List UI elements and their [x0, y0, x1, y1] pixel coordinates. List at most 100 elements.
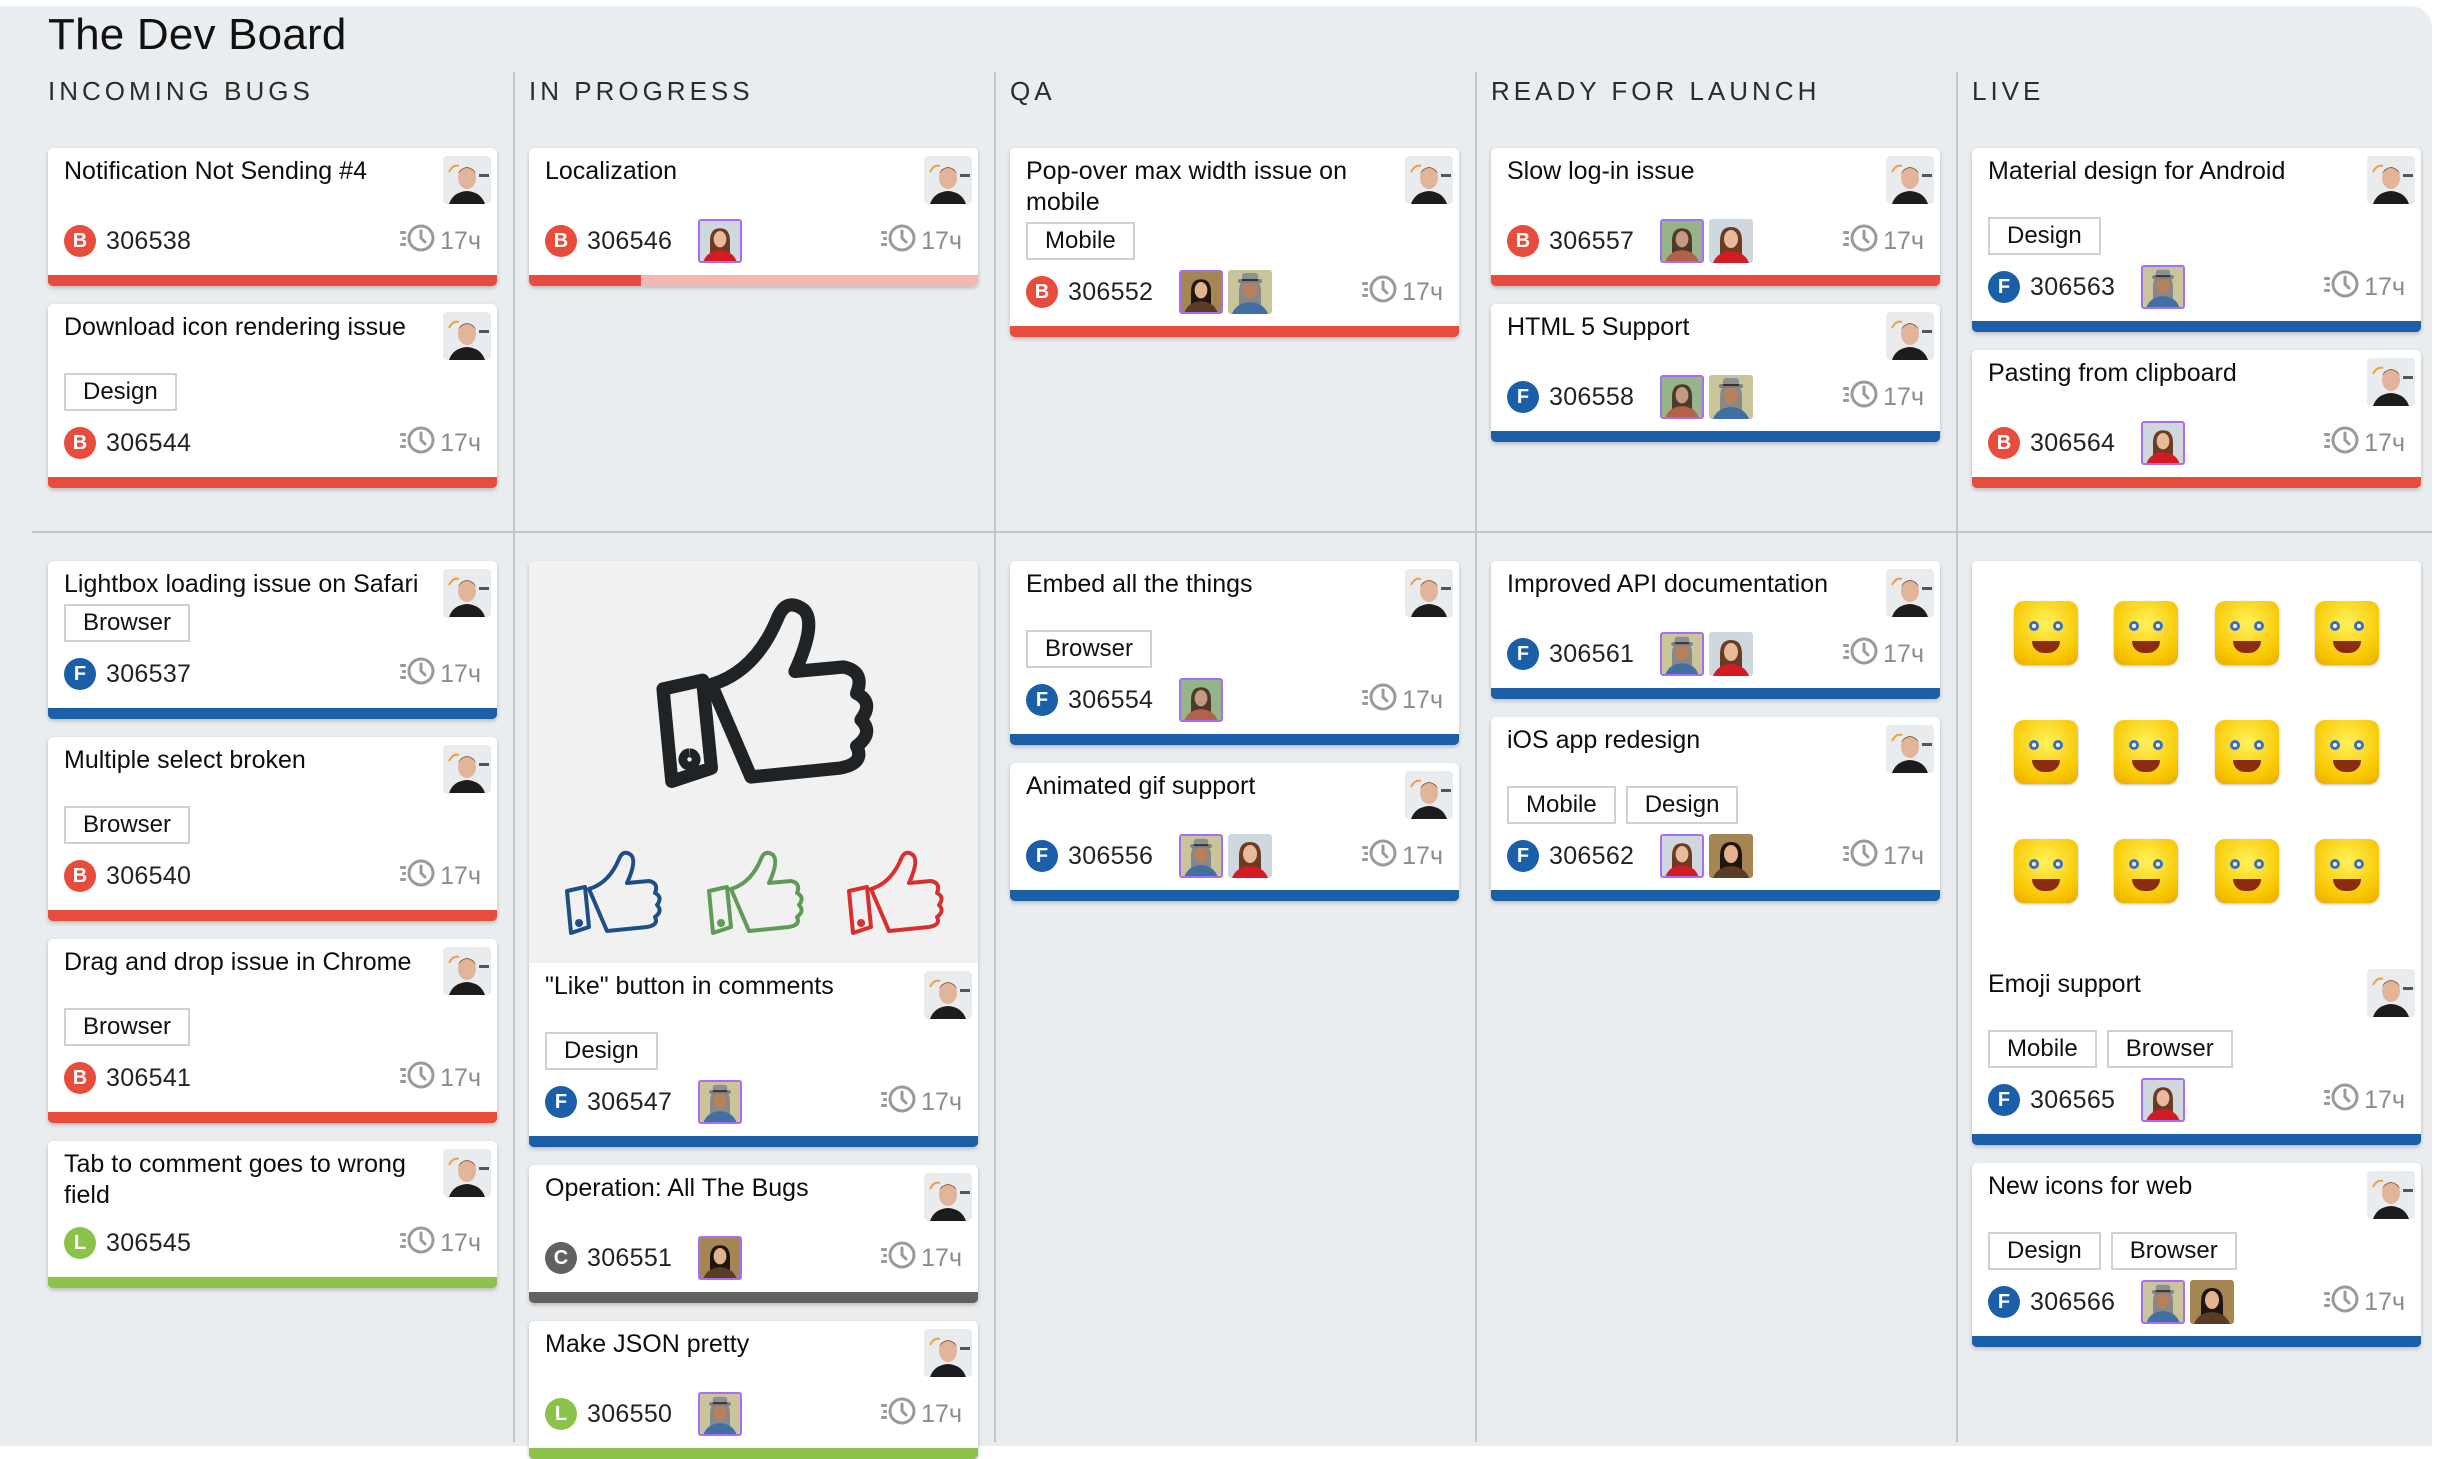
- task-card[interactable]: Animated gif support F 306556 17ч: [1010, 763, 1459, 901]
- avatar-man-icon[interactable]: [443, 1149, 491, 1197]
- member-avatar[interactable]: [698, 219, 743, 263]
- task-card[interactable]: Make JSON pretty L 306550 17ч: [529, 1321, 978, 1459]
- task-card[interactable]: HTML 5 Support F 306558 17ч: [1491, 304, 1940, 442]
- member-avatar[interactable]: [698, 1392, 743, 1436]
- ticket-id[interactable]: 306566: [2030, 1288, 2115, 1317]
- task-card[interactable]: Localization B 306546 17ч: [529, 148, 978, 286]
- column-header-incoming-bugs[interactable]: INCOMING BUGS: [48, 76, 314, 107]
- member-avatar[interactable]: [698, 1236, 743, 1280]
- ticket-id[interactable]: 306550: [587, 1400, 672, 1429]
- task-card[interactable]: Material design for Android Design F 306…: [1972, 148, 2421, 332]
- avatar-man-icon[interactable]: [924, 1173, 972, 1221]
- task-card[interactable]: Download icon rendering issue Design B 3…: [48, 304, 497, 488]
- avatar-man-icon[interactable]: [1405, 569, 1453, 617]
- time-tracker[interactable]: 17ч: [2324, 424, 2405, 463]
- member-avatar[interactable]: [1709, 632, 1754, 676]
- avatar-man-icon[interactable]: [924, 156, 972, 204]
- tag-design[interactable]: Design: [1625, 786, 1739, 824]
- member-avatar[interactable]: [1660, 375, 1705, 419]
- tag-browser[interactable]: Browser: [2106, 1030, 2233, 1068]
- time-tracker[interactable]: 17ч: [1362, 273, 1443, 312]
- avatar-man-icon[interactable]: [443, 745, 491, 793]
- time-tracker[interactable]: 17ч: [400, 222, 481, 261]
- task-card[interactable]: iOS app redesign Mobile Design F 306562 1…: [1491, 717, 1940, 901]
- member-avatar[interactable]: [2190, 1280, 2235, 1324]
- time-tracker[interactable]: 17ч: [881, 222, 962, 261]
- tag-browser[interactable]: Browser: [64, 1008, 191, 1046]
- tag-browser[interactable]: Browser: [2110, 1232, 2237, 1270]
- task-card[interactable]: Lightbox loading issue on Safari Browser…: [48, 561, 497, 719]
- time-tracker[interactable]: 17ч: [1362, 837, 1443, 876]
- member-avatar[interactable]: [1709, 834, 1754, 878]
- avatar-man-icon[interactable]: [924, 1329, 972, 1377]
- tag-browser[interactable]: Browser: [64, 806, 191, 844]
- tag-mobile[interactable]: Mobile: [1507, 786, 1616, 824]
- member-avatar[interactable]: [1179, 678, 1224, 722]
- time-tracker[interactable]: 17ч: [1843, 222, 1924, 261]
- tag-design[interactable]: Design: [1988, 1232, 2101, 1270]
- member-avatar[interactable]: [698, 1080, 743, 1124]
- avatar-man-icon[interactable]: [2367, 156, 2415, 204]
- avatar-man-icon[interactable]: [1886, 725, 1934, 773]
- member-avatar[interactable]: [1179, 834, 1224, 878]
- ticket-id[interactable]: 306561: [1549, 640, 1634, 669]
- ticket-id[interactable]: 306564: [2030, 429, 2115, 458]
- time-tracker[interactable]: 17ч: [1843, 837, 1924, 876]
- avatar-man-icon[interactable]: [2367, 358, 2415, 406]
- time-tracker[interactable]: 17ч: [400, 655, 481, 694]
- tag-mobile[interactable]: Mobile: [1026, 222, 1135, 260]
- time-tracker[interactable]: 17ч: [1843, 378, 1924, 417]
- ticket-id[interactable]: 306541: [106, 1064, 191, 1093]
- avatar-man-icon[interactable]: [1405, 771, 1453, 819]
- ticket-id[interactable]: 306557: [1549, 227, 1634, 256]
- task-card[interactable]: Tab to comment goes to wrong field L 306…: [48, 1141, 497, 1288]
- avatar-man-icon[interactable]: [443, 312, 491, 360]
- ticket-id[interactable]: 306547: [587, 1088, 672, 1117]
- member-avatar[interactable]: [1660, 834, 1705, 878]
- column-header-live[interactable]: LIVE: [1972, 76, 2044, 107]
- avatar-man-icon[interactable]: [2367, 969, 2415, 1017]
- member-avatar[interactable]: [1228, 834, 1273, 878]
- tag-design[interactable]: Design: [545, 1032, 658, 1070]
- member-avatar[interactable]: [1228, 270, 1273, 314]
- member-avatar[interactable]: [1179, 270, 1224, 314]
- time-tracker[interactable]: 17ч: [1362, 681, 1443, 720]
- tag-design[interactable]: Design: [64, 373, 177, 411]
- member-avatar[interactable]: [2141, 421, 2186, 465]
- task-card[interactable]: Improved API documentation F 306561 17ч: [1491, 561, 1940, 699]
- task-card[interactable]: Pop-over max width issue on mobile Mobil…: [1010, 148, 1459, 337]
- column-header-ready-for-launch[interactable]: READY FOR LAUNCH: [1491, 76, 1820, 107]
- member-avatar[interactable]: [2141, 1280, 2186, 1324]
- ticket-id[interactable]: 306565: [2030, 1086, 2115, 1115]
- time-tracker[interactable]: 17ч: [881, 1395, 962, 1434]
- ticket-id[interactable]: 306558: [1549, 383, 1634, 412]
- ticket-id[interactable]: 306540: [106, 862, 191, 891]
- ticket-id[interactable]: 306546: [587, 227, 672, 256]
- task-card[interactable]: Slow log-in issue B 306557 17ч: [1491, 148, 1940, 286]
- avatar-man-icon[interactable]: [443, 569, 491, 617]
- tag-mobile[interactable]: Mobile: [1988, 1030, 2097, 1068]
- ticket-id[interactable]: 306551: [587, 1244, 672, 1273]
- member-avatar[interactable]: [2141, 1078, 2186, 1122]
- task-card[interactable]: Drag and drop issue in Chrome Browser B …: [48, 939, 497, 1123]
- ticket-id[interactable]: 306544: [106, 429, 191, 458]
- avatar-man-icon[interactable]: [924, 971, 972, 1019]
- member-avatar[interactable]: [2141, 265, 2186, 309]
- tag-browser[interactable]: Browser: [1026, 630, 1153, 668]
- time-tracker[interactable]: 17ч: [2324, 1283, 2405, 1322]
- task-card[interactable]: Embed all the things Browser F 306554 17…: [1010, 561, 1459, 745]
- tag-design[interactable]: Design: [1988, 217, 2101, 255]
- member-avatar[interactable]: [1660, 632, 1705, 676]
- time-tracker[interactable]: 17ч: [2324, 268, 2405, 307]
- task-card[interactable]: Multiple select broken Browser B 306540 …: [48, 737, 497, 921]
- ticket-id[interactable]: 306562: [1549, 842, 1634, 871]
- column-header-in-progress[interactable]: IN PROGRESS: [529, 76, 754, 107]
- avatar-man-icon[interactable]: [443, 947, 491, 995]
- time-tracker[interactable]: 17ч: [400, 857, 481, 896]
- avatar-man-icon[interactable]: [443, 156, 491, 204]
- member-avatar[interactable]: [1660, 219, 1705, 263]
- ticket-id[interactable]: 306537: [106, 660, 191, 689]
- avatar-man-icon[interactable]: [1886, 569, 1934, 617]
- member-avatar[interactable]: [1709, 375, 1754, 419]
- task-card[interactable]: Notification Not Sending #4 B 306538 17ч: [48, 148, 497, 286]
